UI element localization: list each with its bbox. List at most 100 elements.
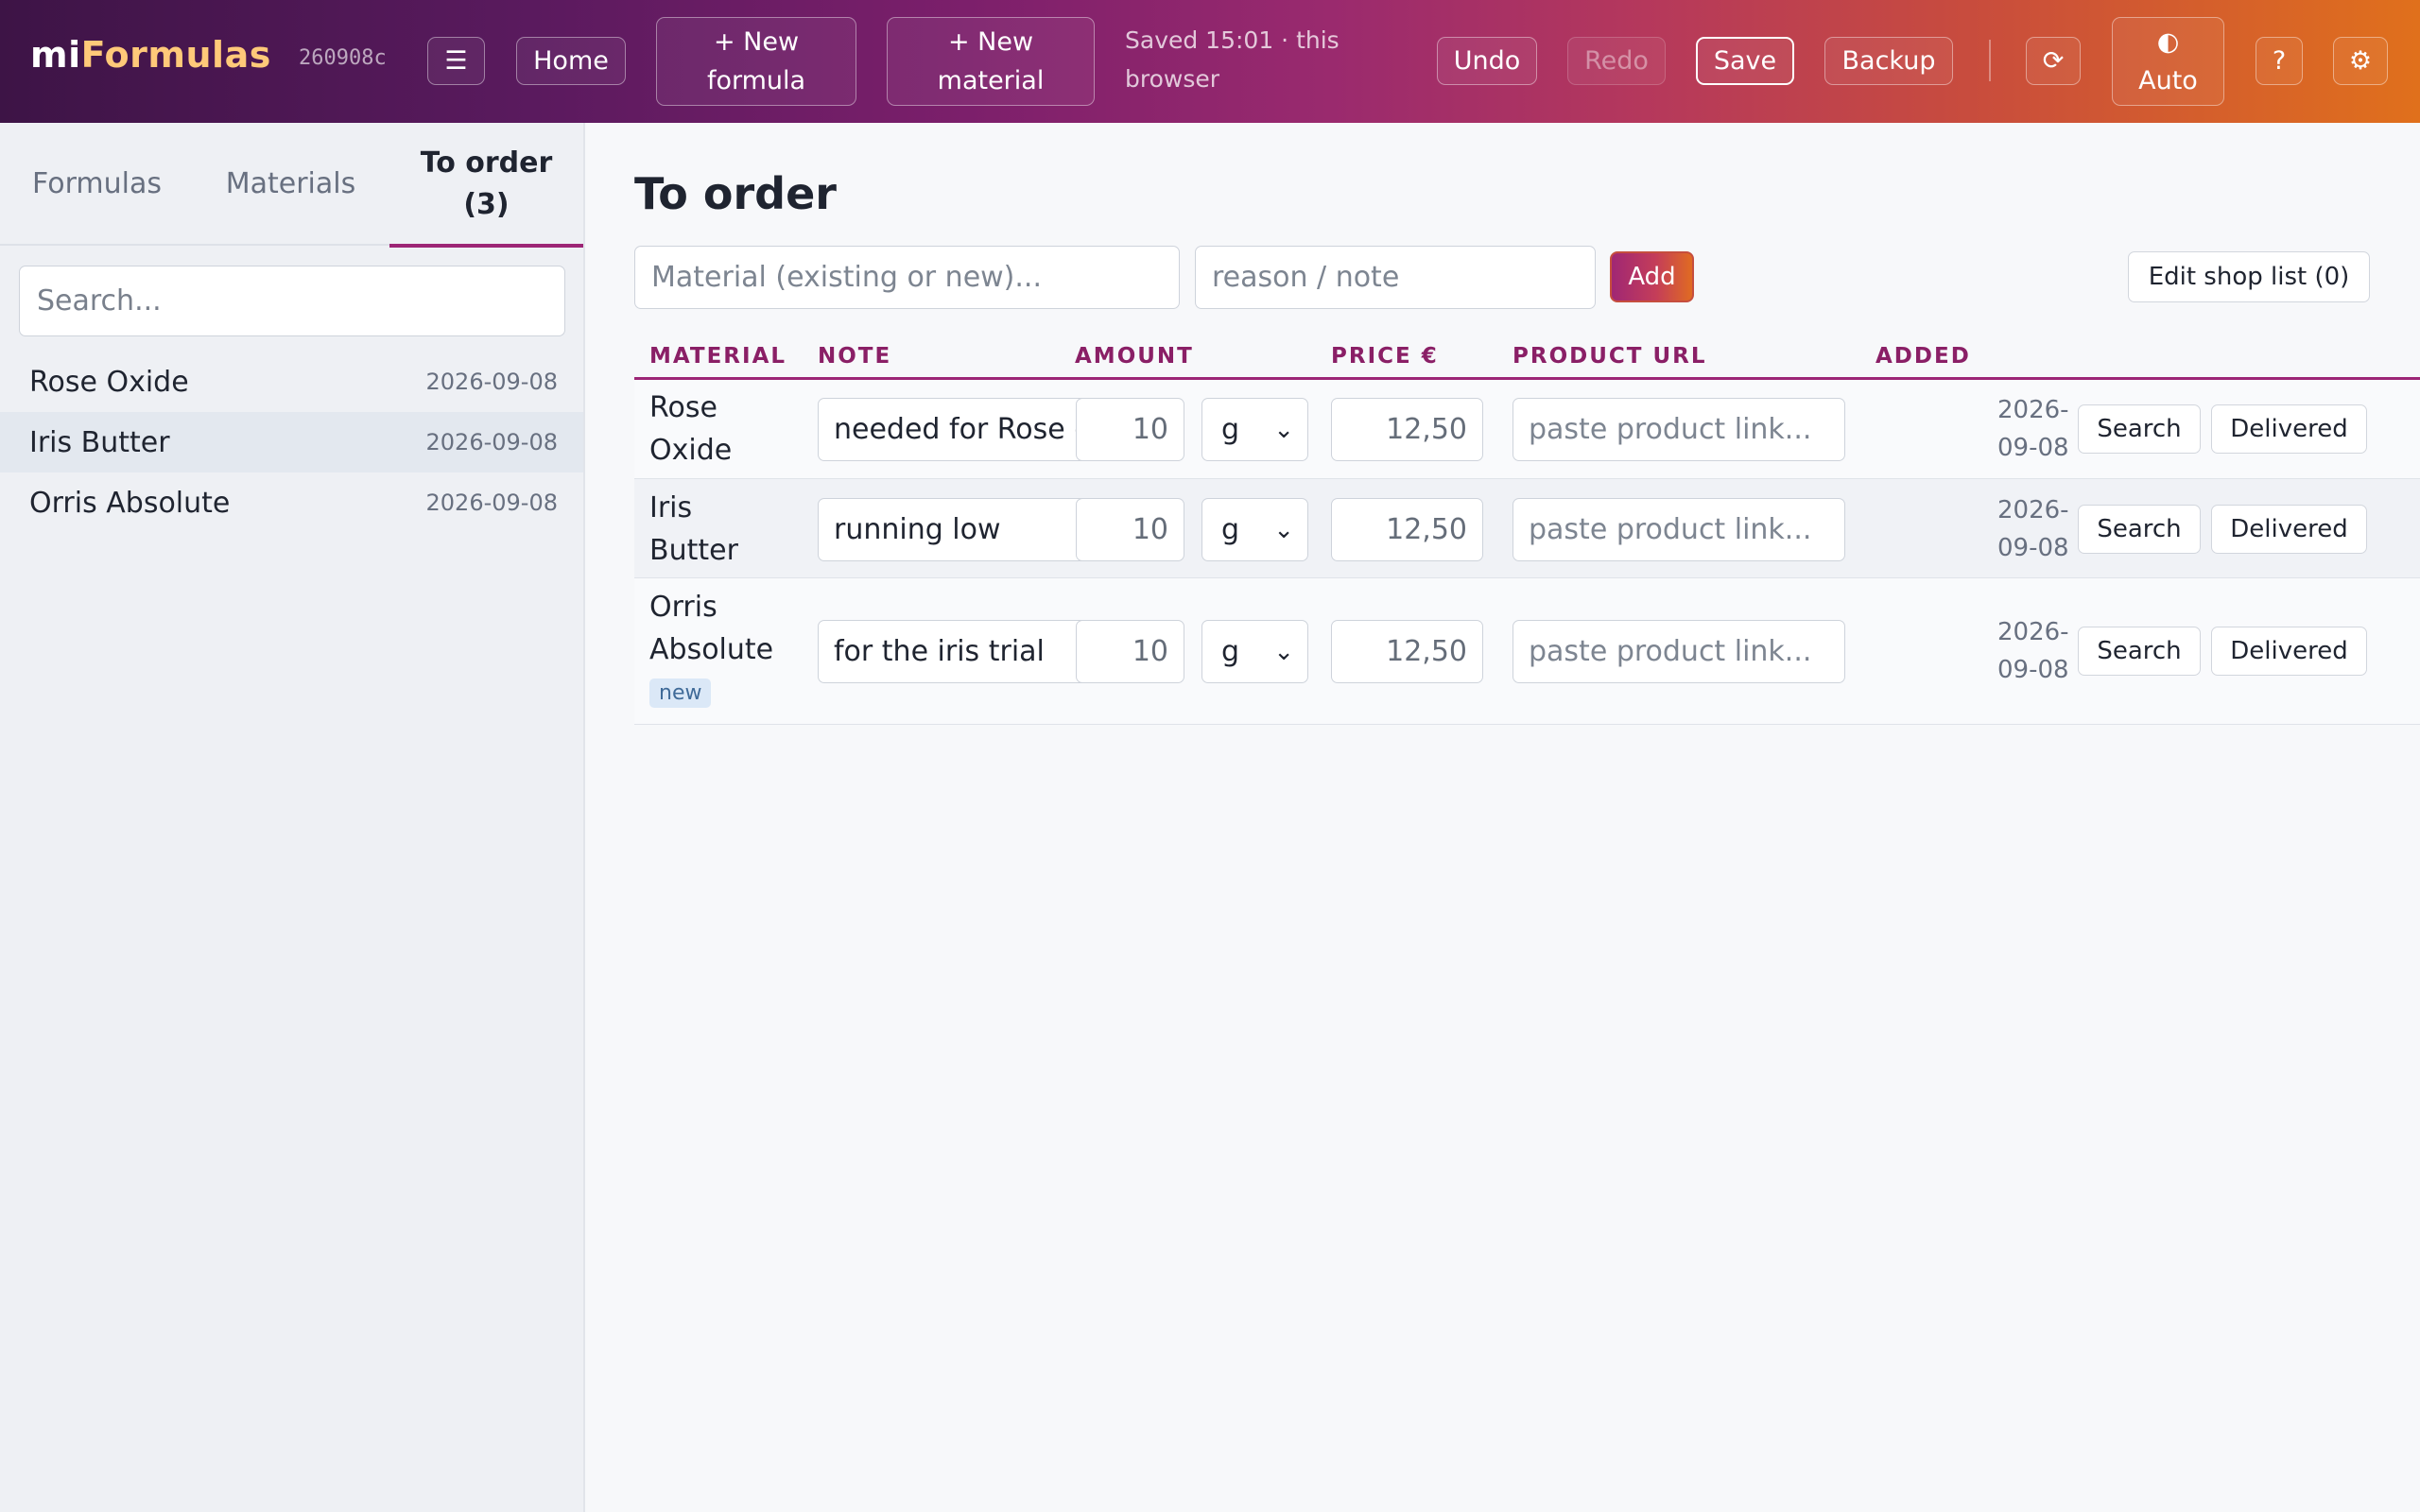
- added-date: 2026- 09-08: [1997, 613, 2069, 689]
- new-formula-button[interactable]: + New formula: [656, 17, 856, 106]
- added-date-line2: 09-08: [1997, 434, 2069, 462]
- sidebar-item-name: Orris Absolute: [29, 486, 231, 520]
- table-row: Iris Butter running low 10 g ⌄ 12,50 pas…: [634, 479, 2420, 578]
- amount-field[interactable]: 10: [1076, 620, 1184, 683]
- material-name: Rose Oxide: [649, 387, 732, 472]
- unit-value: g: [1221, 635, 1240, 668]
- product-url-field[interactable]: paste product link...: [1512, 398, 1845, 461]
- chevron-down-icon: ⌄: [1273, 515, 1294, 544]
- top-bar: miFormulas 260908c ☰ Home + New formula …: [0, 0, 2420, 123]
- amount-field[interactable]: 10: [1076, 498, 1184, 561]
- tab-to-order[interactable]: To order (3): [389, 123, 583, 248]
- col-price: PRICE €: [1331, 344, 1439, 369]
- search-button[interactable]: Search: [2078, 505, 2201, 554]
- sidebar-item-date: 2026-09-08: [425, 369, 558, 395]
- amount-field[interactable]: 10: [1076, 398, 1184, 461]
- product-url-field[interactable]: paste product link...: [1512, 498, 1845, 561]
- unit-select[interactable]: g ⌄: [1201, 498, 1308, 561]
- new-formula-label-line2: formula: [706, 66, 806, 95]
- added-date-line2: 09-08: [1997, 656, 2069, 684]
- col-added: ADDED: [1876, 344, 1971, 369]
- material-name-line1: Rose: [649, 391, 717, 424]
- settings-button[interactable]: ⚙: [2333, 37, 2388, 85]
- add-button[interactable]: Add: [1610, 251, 1694, 302]
- unit-select[interactable]: g ⌄: [1201, 620, 1308, 683]
- col-product-url: PRODUCT URL: [1512, 344, 1707, 369]
- save-status-line1: Saved 15:01 · this: [1125, 26, 1340, 54]
- table-row: Rose Oxide needed for Rose de 10 g ⌄ 12,…: [634, 380, 2420, 479]
- new-material-button[interactable]: + New material: [887, 17, 1095, 106]
- sidebar-item-orris-absolute[interactable]: Orris Absolute 2026-09-08: [0, 472, 583, 533]
- material-name-line1: Orris: [649, 591, 717, 624]
- table-header: MATERIAL NOTE AMOUNT PRICE € PRODUCT URL…: [634, 333, 2420, 380]
- material-name-line1: Iris: [649, 491, 693, 524]
- menu-button[interactable]: ☰: [427, 37, 485, 85]
- sidebar-item-date: 2026-09-08: [425, 490, 558, 516]
- save-button[interactable]: Save: [1696, 37, 1794, 85]
- added-date-line1: 2026-: [1997, 396, 2069, 424]
- main-panel: To order Add Edit shop list (0) MATERIAL…: [586, 123, 2420, 1512]
- delivered-button[interactable]: Delivered: [2211, 404, 2367, 454]
- material-name: Iris Butter: [649, 487, 738, 572]
- unit-value: g: [1221, 513, 1240, 546]
- app-logo: miFormulas: [30, 34, 271, 76]
- sidebar-search-input[interactable]: [19, 266, 565, 336]
- save-status-line2: browser: [1125, 65, 1220, 93]
- refresh-button[interactable]: ⟳: [2026, 37, 2081, 85]
- sidebar-item-iris-butter[interactable]: Iris Butter 2026-09-08: [0, 412, 583, 472]
- gear-icon: ⚙: [2348, 46, 2373, 76]
- save-status: Saved 15:01 · this browser: [1125, 21, 1380, 98]
- table-row: Orris Absolute new for the iris trial 10…: [634, 578, 2420, 725]
- material-input[interactable]: [634, 246, 1180, 309]
- theme-toggle-button[interactable]: ◐ Auto: [2112, 17, 2224, 106]
- reason-input[interactable]: [1195, 246, 1596, 309]
- note-field[interactable]: for the iris trial: [818, 620, 1120, 683]
- price-field[interactable]: 12,50: [1331, 498, 1483, 561]
- refresh-icon: ⟳: [2042, 46, 2065, 76]
- tab-to-order-count: (3): [463, 188, 510, 221]
- tab-materials[interactable]: Materials: [194, 123, 388, 246]
- material-name-line2: Oxide: [649, 434, 733, 467]
- material-name-line2: Absolute: [649, 633, 774, 666]
- material-name: Orris Absolute: [649, 586, 773, 671]
- new-material-label-line1: + New: [947, 27, 1034, 57]
- backup-button[interactable]: Backup: [1824, 37, 1953, 85]
- new-formula-label-line1: + New: [713, 27, 800, 57]
- theme-icon: ◐: [2156, 27, 2180, 57]
- sidebar-list: Rose Oxide 2026-09-08 Iris Butter 2026-0…: [0, 352, 583, 533]
- help-button[interactable]: ?: [2256, 37, 2303, 85]
- search-button[interactable]: Search: [2078, 404, 2201, 454]
- tab-formulas[interactable]: Formulas: [0, 123, 194, 246]
- added-date-line1: 2026-: [1997, 496, 2069, 524]
- sidebar-item-name: Iris Butter: [29, 425, 170, 459]
- note-field[interactable]: running low: [818, 498, 1120, 561]
- edit-shop-list-button[interactable]: Edit shop list (0): [2128, 251, 2370, 302]
- sidebar-item-rose-oxide[interactable]: Rose Oxide 2026-09-08: [0, 352, 583, 412]
- col-note: NOTE: [818, 344, 892, 369]
- unit-select[interactable]: g ⌄: [1201, 398, 1308, 461]
- build-version: 260908c: [299, 46, 387, 70]
- redo-button[interactable]: Redo: [1567, 37, 1666, 85]
- chevron-down-icon: ⌄: [1273, 637, 1294, 666]
- sidebar-item-date: 2026-09-08: [425, 429, 558, 455]
- undo-button[interactable]: Undo: [1437, 37, 1537, 85]
- sidebar-tabs: Formulas Materials To order (3): [0, 123, 583, 248]
- delivered-button[interactable]: Delivered: [2211, 627, 2367, 676]
- material-name-line2: Butter: [649, 534, 738, 567]
- price-field[interactable]: 12,50: [1331, 398, 1483, 461]
- sidebar: Formulas Materials To order (3) Rose Oxi…: [0, 123, 585, 1512]
- product-url-field[interactable]: paste product link...: [1512, 620, 1845, 683]
- added-date: 2026- 09-08: [1997, 491, 2069, 567]
- delivered-button[interactable]: Delivered: [2211, 505, 2367, 554]
- chevron-down-icon: ⌄: [1273, 415, 1294, 444]
- added-date: 2026- 09-08: [1997, 391, 2069, 467]
- home-button[interactable]: Home: [516, 37, 626, 85]
- note-field[interactable]: needed for Rose de: [818, 398, 1120, 461]
- added-date-line2: 09-08: [1997, 534, 2069, 562]
- logo-mi: mi: [30, 34, 81, 76]
- sidebar-item-name: Rose Oxide: [29, 365, 189, 399]
- unit-value: g: [1221, 413, 1240, 446]
- search-button[interactable]: Search: [2078, 627, 2201, 676]
- price-field[interactable]: 12,50: [1331, 620, 1483, 683]
- toolbar-divider: [1989, 40, 1991, 81]
